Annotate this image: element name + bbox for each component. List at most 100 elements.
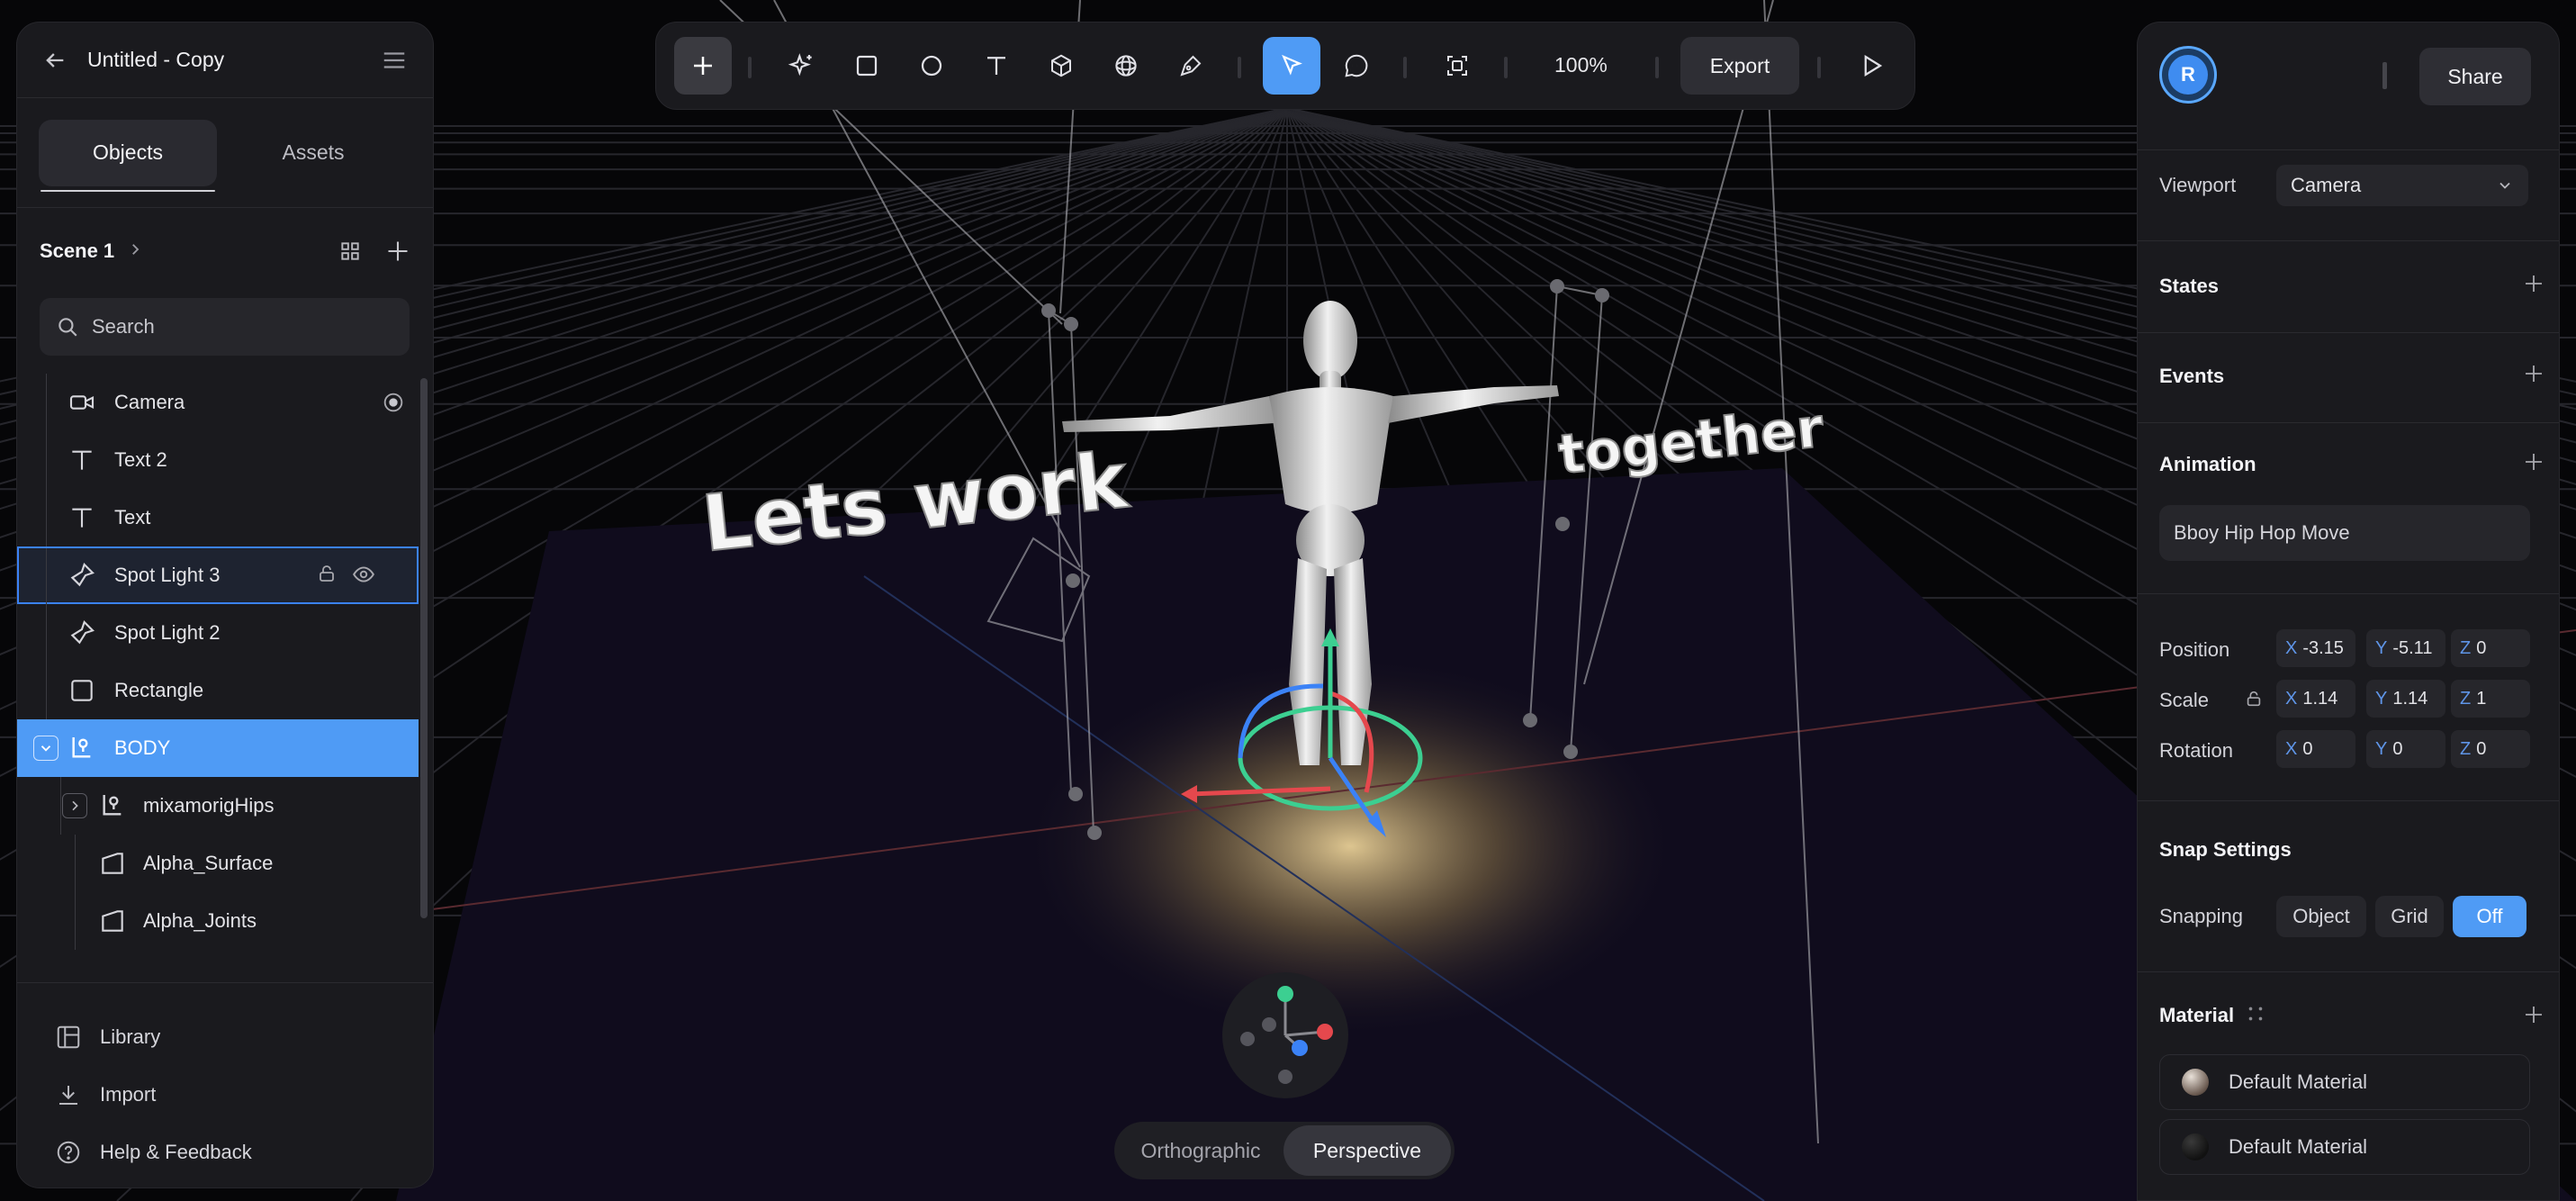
play-button[interactable] (1842, 37, 1900, 95)
active-camera-icon[interactable] (381, 390, 406, 415)
chevron-right-icon[interactable] (62, 793, 87, 818)
orientation-cube[interactable] (1222, 972, 1348, 1098)
tree-item-rectangle[interactable]: Rectangle (17, 662, 419, 719)
rectangle-tool-icon (853, 52, 880, 79)
orthographic-button[interactable]: Orthographic (1118, 1125, 1283, 1176)
scale-label: Scale (2159, 689, 2210, 711)
add-scene-icon[interactable] (385, 239, 410, 264)
rotation-x-field[interactable]: X0 (2276, 730, 2355, 768)
scale-z-field[interactable]: Z1 (2451, 680, 2530, 718)
library-label: Library (100, 1025, 161, 1048)
chevron-right-icon (127, 241, 143, 262)
zoom-level[interactable]: 100% (1554, 53, 1608, 77)
search-field[interactable] (40, 298, 410, 356)
text-icon (68, 503, 96, 532)
perspective-button[interactable]: Perspective (1283, 1125, 1451, 1176)
tree-item-mixamorighips[interactable]: mixamorigHips (17, 777, 419, 835)
tab-objects[interactable]: Objects (39, 119, 217, 192)
chevron-down-icon (2496, 176, 2514, 194)
ai-tool-button[interactable] (773, 37, 831, 95)
animation-heading: Animation (2159, 453, 2256, 475)
grid-view-icon[interactable] (338, 239, 362, 263)
viewport-select[interactable]: Camera (2276, 165, 2528, 206)
add-event-icon[interactable] (2523, 363, 2544, 384)
export-button[interactable]: Export (1680, 37, 1799, 95)
tree-item-text-2[interactable]: Text 2 (17, 431, 419, 489)
tree-item-text[interactable]: Text (17, 489, 419, 546)
lock-ratio-icon[interactable] (2244, 689, 2264, 709)
frame-icon (1444, 52, 1471, 79)
import-link[interactable]: Import (55, 1077, 156, 1113)
sphere-tool-button[interactable] (1097, 37, 1155, 95)
scene-selector[interactable]: Scene 1 (17, 208, 433, 294)
cube-tool-button[interactable] (1032, 37, 1090, 95)
add-state-icon[interactable] (2523, 273, 2544, 294)
material-item[interactable]: Default Material (2159, 1119, 2530, 1175)
scale-x-field[interactable]: X 1.14 (2276, 680, 2355, 718)
tab-assets[interactable]: Assets (224, 120, 402, 186)
collaboration-bar: R Share (2138, 23, 2559, 150)
material-name: Default Material (2229, 1070, 2368, 1093)
snap-settings-heading: Snap Settings (2159, 838, 2292, 861)
chevron-down-icon[interactable] (33, 736, 59, 761)
tree-item-alpha-surface[interactable]: Alpha_Surface (17, 835, 419, 892)
position-y-field[interactable]: Y -5.11 (2366, 629, 2445, 667)
rectangle-tool-button[interactable] (838, 37, 896, 95)
add-icon (689, 52, 716, 79)
scene-name: Scene 1 (40, 239, 115, 262)
tree-item-label: BODY (114, 736, 171, 759)
tree-item-alpha-joints[interactable]: Alpha_Joints (17, 892, 419, 950)
mesh-icon (98, 849, 127, 878)
add-button[interactable] (674, 37, 732, 95)
visibility-icon[interactable] (352, 563, 377, 588)
search-input[interactable] (92, 315, 362, 339)
play-icon (1858, 52, 1885, 79)
avatar-initial: R (2168, 55, 2208, 95)
tree-item-label: Text 2 (114, 448, 167, 471)
ellipse-tool-button[interactable] (903, 37, 960, 95)
cube-tool-icon (1048, 52, 1075, 79)
lock-icon[interactable] (316, 563, 341, 588)
position-z-field[interactable]: Z0 (2451, 629, 2530, 667)
camera-icon (68, 388, 96, 417)
text-tool-icon (983, 52, 1010, 79)
select-tool-button[interactable] (1263, 37, 1320, 95)
layers-panel: Untitled - Copy Objects Assets Scene 1 S… (16, 22, 434, 1188)
rotation-z-field[interactable]: Z0 (2451, 730, 2530, 768)
comment-tool-button[interactable] (1328, 37, 1385, 95)
help-link[interactable]: Help & Feedback (55, 1134, 252, 1170)
text-tool-button[interactable] (968, 37, 1025, 95)
sparkle-icon (788, 51, 816, 80)
projection-toggle: Orthographic Perspective (1114, 1122, 1455, 1179)
drag-handle-icon[interactable] (2246, 1004, 2265, 1024)
scale-y-field[interactable]: Y 1.14 (2366, 680, 2445, 718)
tree-item-spot-light-2[interactable]: Spot Light 2 (17, 604, 419, 662)
share-button[interactable]: Share (2419, 48, 2531, 105)
snap-off-option[interactable]: Off (2453, 896, 2526, 937)
frame-button[interactable] (1428, 37, 1486, 95)
tree-item-spot-light-3[interactable]: Spot Light 3 (17, 546, 419, 606)
back-arrow-icon[interactable] (42, 48, 68, 73)
animation-clip-field[interactable]: Bboy Hip Hop Move (2159, 505, 2530, 561)
library-link[interactable]: Library (55, 1019, 160, 1055)
pen-tool-button[interactable] (1162, 37, 1220, 95)
add-material-icon[interactable] (2523, 1004, 2544, 1025)
snap-grid-option[interactable]: Grid (2375, 896, 2444, 937)
tree-item-label: mixamorigHips (143, 794, 275, 817)
add-animation-icon[interactable] (2523, 451, 2544, 473)
tree-item-body[interactable]: BODY (17, 719, 419, 777)
rotation-y-field[interactable]: Y0 (2366, 730, 2445, 768)
material-item[interactable]: Default Material (2159, 1054, 2530, 1110)
panel-footer: Library Import Help & Feedback (17, 982, 433, 1187)
tree-item-camera[interactable]: Camera (17, 374, 419, 431)
tree-item-label: Text (114, 506, 151, 528)
avatar[interactable]: R (2159, 46, 2217, 104)
snap-object-option[interactable]: Object (2276, 896, 2366, 937)
tree-scrollbar[interactable] (420, 378, 428, 918)
position-x-field[interactable]: X -3.15 (2276, 629, 2355, 667)
tree-item-label: Spot Light 3 (114, 564, 221, 586)
main-toolbar: 100% Export (655, 22, 1915, 110)
menu-icon[interactable] (381, 47, 408, 74)
tree-item-label: Alpha_Joints (143, 909, 257, 932)
bone-group-icon (98, 791, 127, 820)
